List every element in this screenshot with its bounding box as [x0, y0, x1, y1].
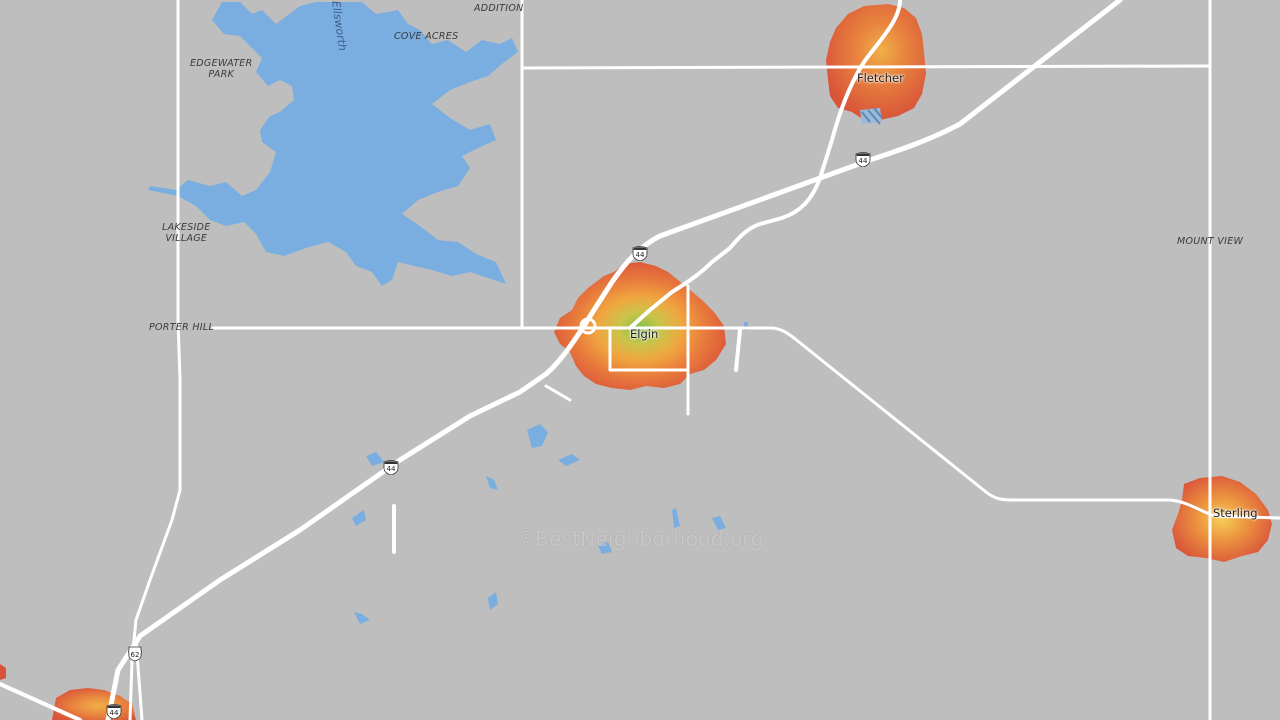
road	[522, 64, 1210, 70]
shield-number: 44	[387, 465, 396, 473]
lake-ellsworth	[148, 2, 518, 286]
road	[211, 326, 1280, 520]
pond	[366, 452, 384, 466]
pond	[354, 612, 370, 624]
shield-number: 44	[110, 709, 119, 717]
us-highway-shield-icon: 62	[127, 646, 143, 662]
interstate-shield-icon: 44	[632, 245, 648, 261]
heatmap-edge	[0, 664, 6, 680]
pond	[558, 454, 580, 466]
pond	[352, 510, 366, 526]
road	[734, 328, 742, 372]
heatmap-fletcher	[826, 4, 926, 120]
pond	[488, 592, 498, 610]
watermark: ©BestNeighborhood.org	[515, 527, 764, 551]
shield-number: 44	[636, 251, 645, 259]
interstate-shield-icon: 44	[855, 151, 871, 167]
shield-number: 62	[131, 651, 140, 659]
interstate-shield-icon: 44	[106, 703, 122, 719]
map-canvas[interactable]: EDGEWATER PARK COVE ACRES ADDITION LAKESI…	[0, 0, 1280, 720]
shield-number: 44	[859, 157, 868, 165]
heatmap-sterling	[1172, 476, 1272, 562]
pond	[527, 424, 548, 448]
pond	[672, 508, 680, 528]
pond	[486, 476, 498, 490]
hatched-area	[860, 107, 883, 125]
map-layer	[0, 0, 1280, 720]
road	[544, 384, 572, 402]
interstate-shield-icon: 44	[383, 459, 399, 475]
